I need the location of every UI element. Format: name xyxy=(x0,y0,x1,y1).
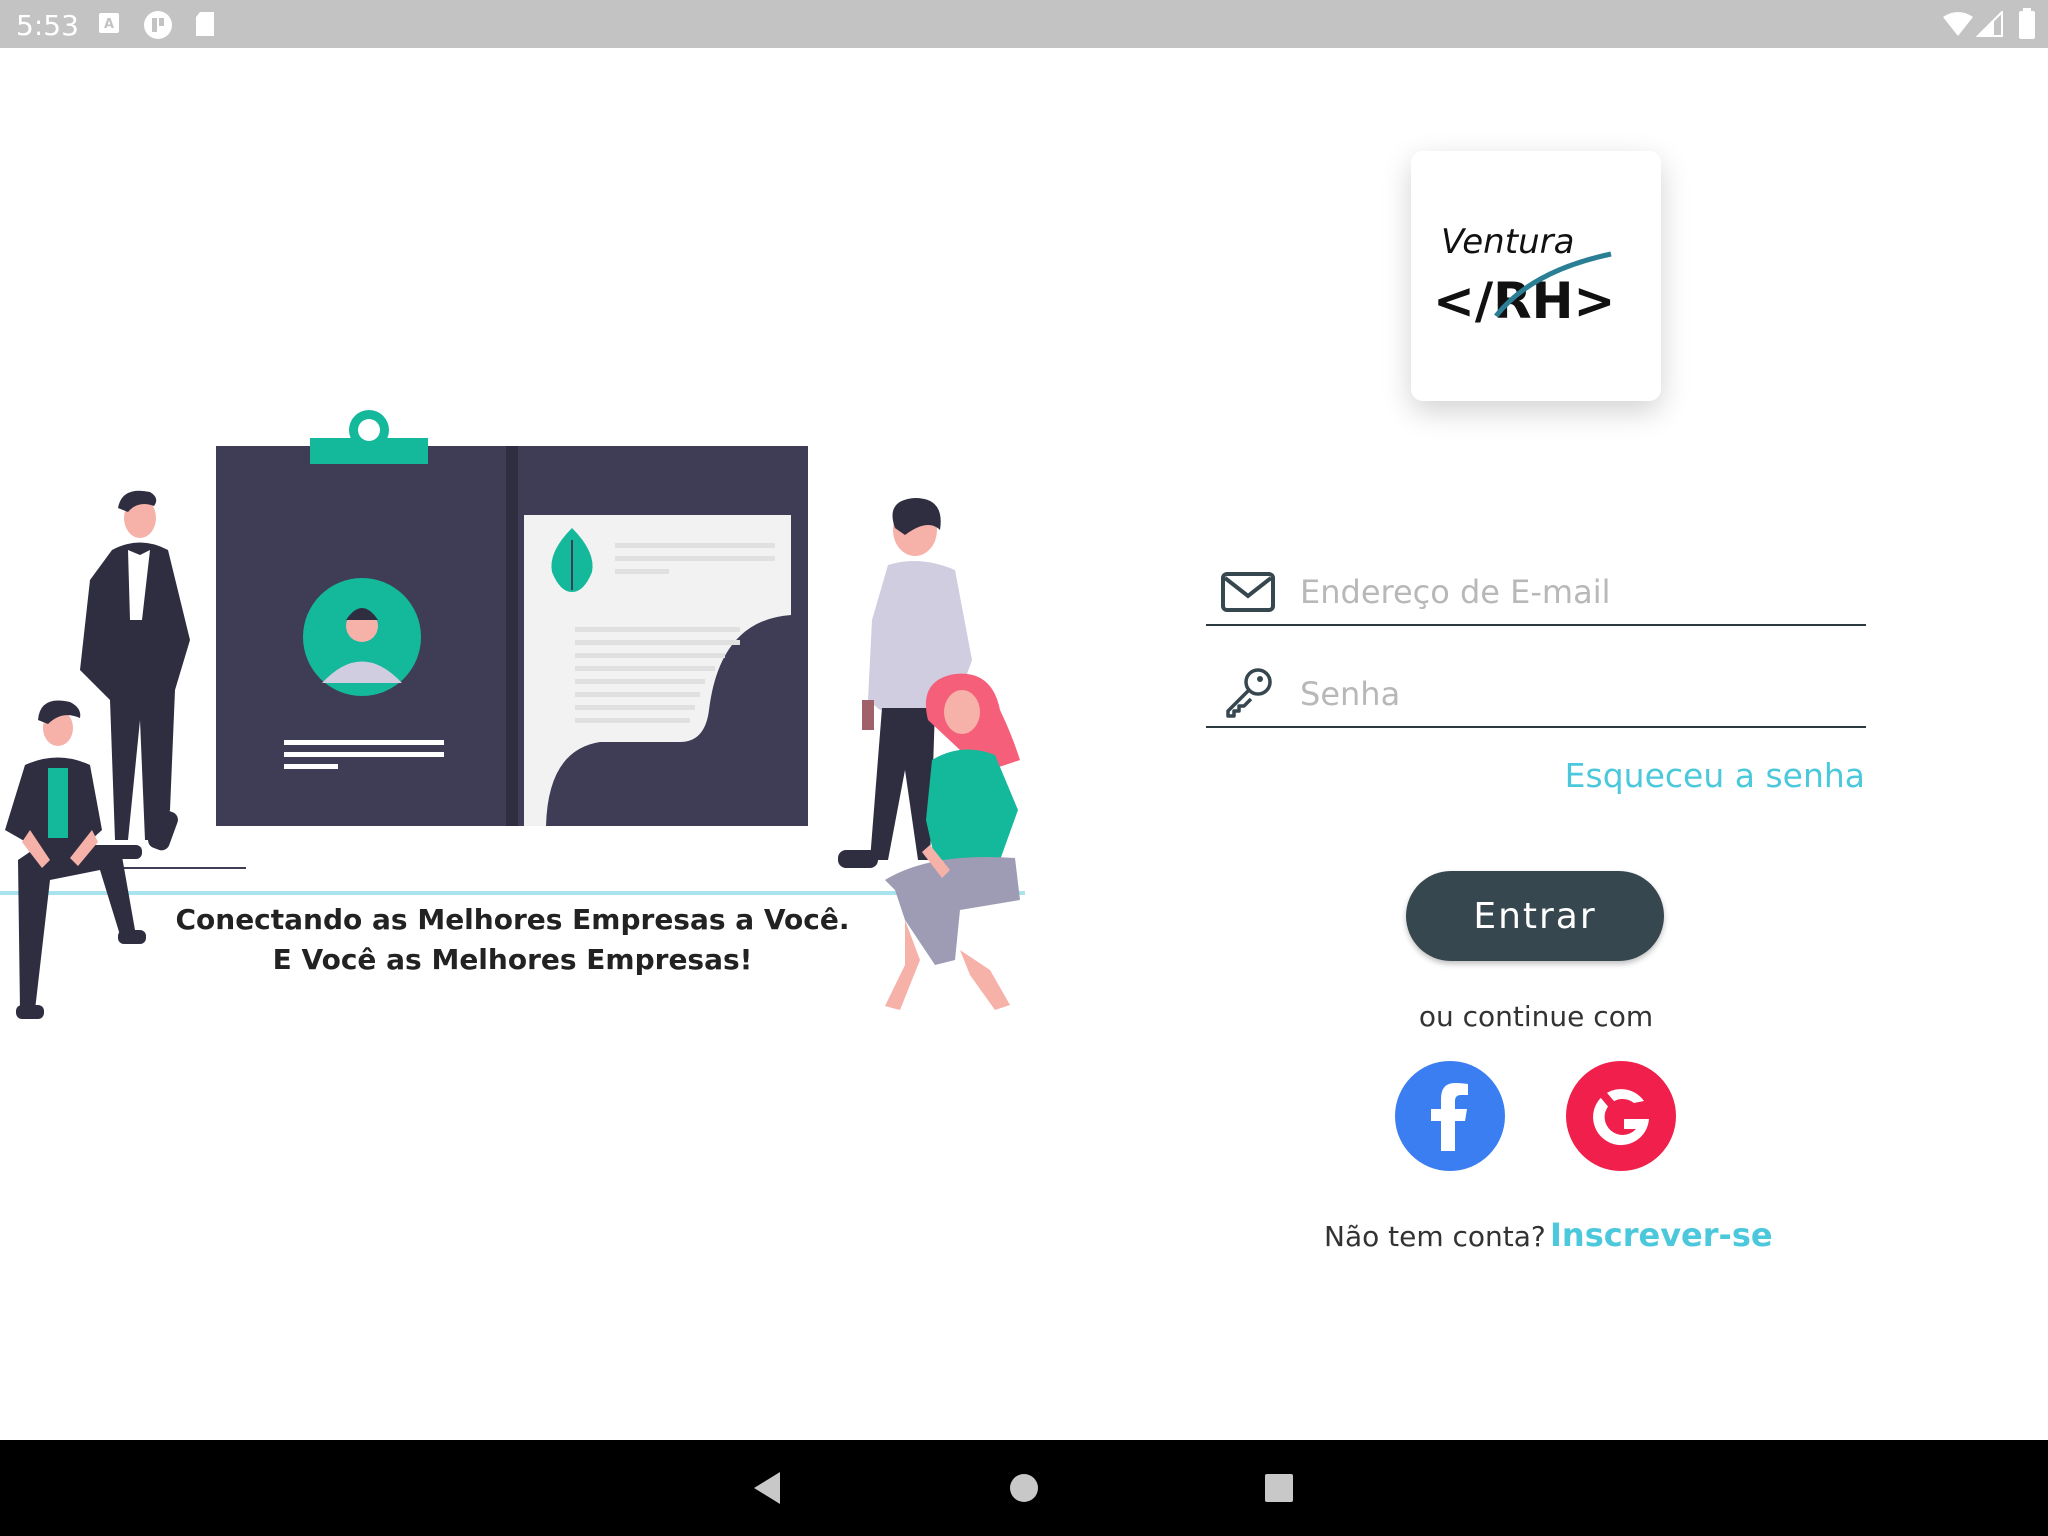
home-icon[interactable] xyxy=(1008,1472,1040,1504)
signal-icon xyxy=(1976,11,2003,37)
password-input[interactable] xyxy=(1298,670,1862,718)
logo-text-top: Ventura xyxy=(1441,222,1574,262)
recents-icon[interactable] xyxy=(1264,1473,1294,1503)
google-login-button[interactable] xyxy=(1566,1061,1676,1171)
status-bar: 5:53 A xyxy=(0,0,2048,48)
tagline: Conectando as Melhores Empresas a Você. … xyxy=(150,900,875,980)
tagline-line-1: Conectando as Melhores Empresas a Você. xyxy=(175,903,850,936)
sd-card-icon xyxy=(196,12,214,36)
google-icon xyxy=(1593,1089,1649,1146)
svg-text:A: A xyxy=(104,17,114,32)
login-button[interactable]: Entrar xyxy=(1406,871,1664,961)
open-folder-graphic xyxy=(216,410,808,826)
email-field xyxy=(1206,562,1866,626)
navigation-bar xyxy=(0,1440,2048,1536)
wifi-icon xyxy=(1943,12,1973,36)
app-logo-card: Ventura </RH> xyxy=(1411,151,1661,401)
key-icon xyxy=(1226,668,1272,718)
facebook-login-button[interactable] xyxy=(1395,1061,1505,1171)
ventura-rh-logo: Ventura </RH> xyxy=(1433,222,1615,330)
tagline-line-2: E Você as Melhores Empresas! xyxy=(272,943,753,976)
or-continue-label: ou continue com xyxy=(1418,1000,1654,1033)
password-field xyxy=(1206,664,1866,728)
no-account-label: Não tem conta? xyxy=(1324,1220,1546,1253)
envelope-icon xyxy=(1221,572,1275,612)
status-time: 5:53 xyxy=(16,9,79,42)
email-input[interactable] xyxy=(1298,568,1862,616)
app-notification-icon xyxy=(144,11,172,39)
logo-text-bottom: </RH> xyxy=(1433,272,1615,330)
back-icon[interactable] xyxy=(750,1470,784,1506)
battery-icon xyxy=(2019,8,2035,39)
forgot-password-link[interactable]: Esqueceu a senha xyxy=(1565,756,1865,795)
facebook-icon xyxy=(1431,1083,1468,1151)
signup-link[interactable]: Inscrever-se xyxy=(1550,1216,1773,1254)
a-notification-icon: A xyxy=(99,13,119,33)
